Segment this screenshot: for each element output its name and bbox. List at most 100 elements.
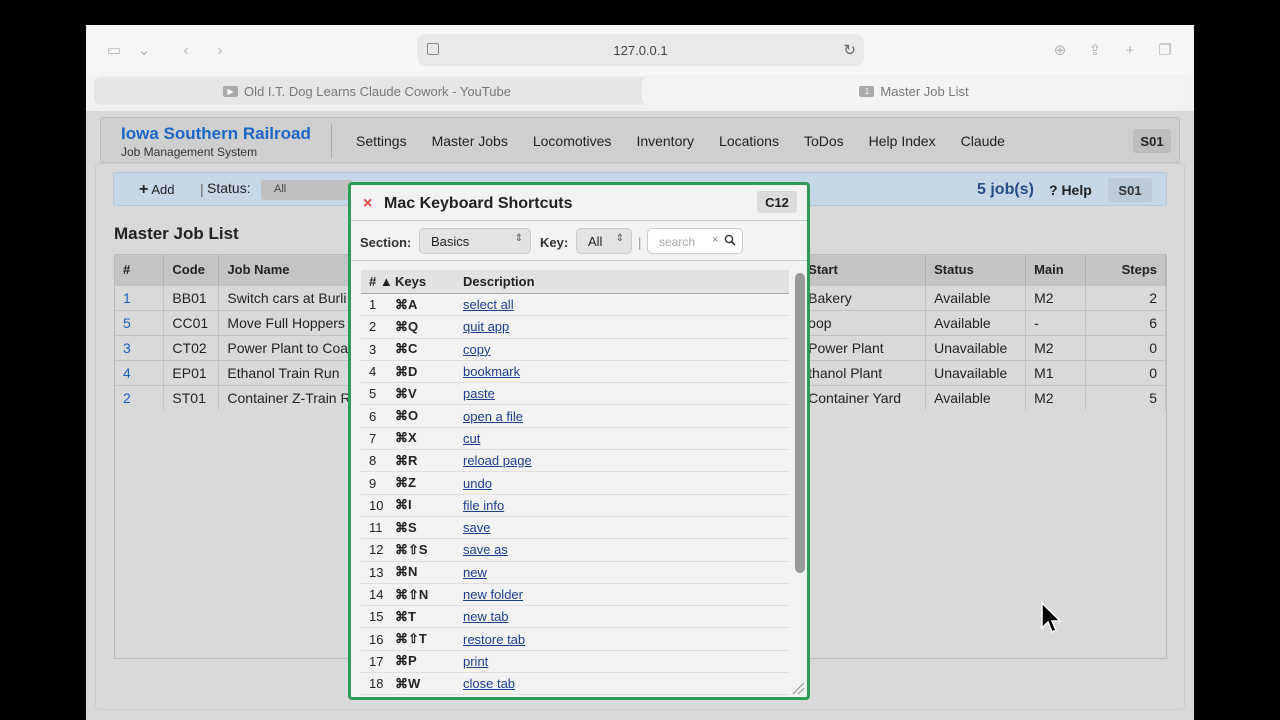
- shortcut-row[interactable]: 13 ⌘N new: [361, 562, 789, 584]
- nav-locations[interactable]: Locations: [719, 133, 779, 149]
- shortcut-row[interactable]: 16 ⌘⇧T restore tab: [361, 628, 789, 651]
- chevron-down-icon[interactable]: ⌄: [130, 38, 158, 62]
- shortcut-row[interactable]: 10 ⌘I file info: [361, 495, 789, 517]
- close-icon[interactable]: ×: [363, 195, 372, 213]
- shortcut-row[interactable]: 14 ⌘⇧N new folder: [361, 584, 789, 607]
- shortcut-keys: ⌘R: [395, 452, 418, 468]
- section-select[interactable]: Basics ⇕: [419, 228, 531, 254]
- shortcut-link[interactable]: print: [463, 654, 488, 669]
- shortcut-link[interactable]: copy: [463, 342, 490, 357]
- add-button[interactable]: + Add: [139, 181, 174, 199]
- shortcut-row[interactable]: 1 ⌘A select all: [361, 294, 789, 317]
- job-count: 5 job(s): [977, 181, 1034, 198]
- job-number[interactable]: 3: [115, 334, 165, 360]
- search-icon[interactable]: [724, 234, 736, 246]
- list-header: # ▲ Keys Description: [361, 270, 789, 294]
- shortcut-row[interactable]: 12 ⌘⇧S save as: [361, 539, 789, 562]
- shortcut-link[interactable]: undo: [463, 476, 492, 491]
- divider: [331, 124, 332, 158]
- shortcut-row[interactable]: 6 ⌘O open a file: [361, 405, 789, 428]
- nav-help-index[interactable]: Help Index: [869, 133, 936, 149]
- new-tab-icon[interactable]: +: [1116, 38, 1144, 62]
- col-header[interactable]: Code: [163, 255, 220, 285]
- job-number[interactable]: 2: [115, 384, 165, 410]
- back-icon[interactable]: ‹: [172, 38, 200, 62]
- job-start: thanol Plant: [799, 359, 927, 385]
- shortcut-row[interactable]: 17 ⌘P print: [361, 651, 789, 674]
- col-header-keys[interactable]: Keys: [395, 274, 463, 289]
- shortcut-link[interactable]: cut: [463, 431, 480, 446]
- shortcut-row[interactable]: 7 ⌘X cut: [361, 428, 789, 451]
- shortcut-description: bookmark: [463, 364, 789, 379]
- col-header-number[interactable]: # ▲: [361, 274, 395, 289]
- shortcut-keys: ⌘V: [395, 385, 417, 401]
- tab-master-job-list[interactable]: 1 Master Job List: [642, 77, 1186, 105]
- shortcut-link[interactable]: new tab: [463, 609, 509, 624]
- job-number[interactable]: 4: [115, 359, 165, 385]
- col-header[interactable]: Steps: [1085, 255, 1166, 285]
- col-header[interactable]: Start: [799, 255, 927, 285]
- address-bar[interactable]: 127.0.0.1 ↻: [417, 34, 864, 66]
- shortcut-number: 2: [369, 319, 377, 335]
- job-status: Available: [925, 384, 1027, 410]
- brand[interactable]: Iowa Southern Railroad Job Management Sy…: [121, 124, 321, 159]
- shortcut-link[interactable]: reload page: [463, 453, 532, 468]
- shortcut-row[interactable]: 9 ⌘Z undo: [361, 472, 789, 495]
- forward-icon[interactable]: ›: [206, 38, 234, 62]
- reload-icon[interactable]: ↻: [843, 41, 856, 59]
- sidebar-icon[interactable]: ▭: [100, 38, 128, 62]
- nav-settings[interactable]: Settings: [356, 133, 407, 149]
- nav-master-jobs[interactable]: Master Jobs: [432, 133, 508, 149]
- shortcut-number: 17: [369, 653, 384, 669]
- youtube-icon: ▶: [223, 85, 239, 97]
- scrollbar[interactable]: [795, 273, 805, 573]
- shortcut-link[interactable]: bookmark: [463, 364, 520, 379]
- shortcut-link[interactable]: new folder: [463, 587, 523, 602]
- shortcut-link[interactable]: paste: [463, 386, 495, 401]
- shortcut-row[interactable]: 2 ⌘Q quit app: [361, 316, 789, 339]
- status-select[interactable]: All: [261, 180, 353, 200]
- shortcut-row[interactable]: 18 ⌘W close tab: [361, 673, 789, 696]
- shortcut-link[interactable]: new: [463, 565, 487, 580]
- shortcut-link[interactable]: open a file: [463, 409, 523, 424]
- tab-youtube[interactable]: ▶ Old I.T. Dog Learns Claude Cowork - Yo…: [94, 77, 640, 105]
- clear-icon[interactable]: ×: [712, 234, 718, 246]
- shortcut-row[interactable]: 4 ⌘D bookmark: [361, 361, 789, 384]
- shortcut-link[interactable]: file info: [463, 498, 504, 513]
- modal-title: Mac Keyboard Shortcuts: [384, 195, 573, 212]
- help-button[interactable]: ? Help: [1049, 182, 1092, 198]
- nav-inventory[interactable]: Inventory: [636, 133, 694, 149]
- shortcut-link[interactable]: restore tab: [463, 632, 525, 647]
- job-number[interactable]: 1: [115, 284, 165, 310]
- shortcut-link[interactable]: save: [463, 520, 490, 535]
- shortcut-row[interactable]: 8 ⌘R reload page: [361, 450, 789, 473]
- shortcut-link[interactable]: quit app: [463, 319, 509, 334]
- nav-claude[interactable]: Claude: [961, 133, 1005, 149]
- share-icon[interactable]: ⇪: [1081, 38, 1109, 62]
- status-label: Status:: [207, 180, 251, 196]
- job-number[interactable]: 5: [115, 309, 165, 335]
- shortcut-keys: ⌘N: [395, 564, 418, 580]
- site-info-icon[interactable]: [427, 43, 439, 55]
- brand-title: Iowa Southern Railroad: [121, 124, 311, 143]
- download-icon[interactable]: ⊕: [1046, 38, 1074, 62]
- shortcut-row[interactable]: 11 ⌘S save: [361, 517, 789, 540]
- shortcut-link[interactable]: close tab: [463, 676, 515, 691]
- page-title: Master Job List: [114, 224, 239, 243]
- col-header[interactable]: #: [115, 255, 165, 285]
- nav-todos[interactable]: ToDos: [804, 133, 844, 149]
- key-select[interactable]: All ⇕: [576, 228, 632, 254]
- resize-grip-icon[interactable]: [791, 681, 805, 695]
- shortcut-link[interactable]: save as: [463, 542, 508, 557]
- job-status: Available: [925, 309, 1027, 335]
- col-header[interactable]: Main: [1025, 255, 1087, 285]
- tab-overview-icon[interactable]: ❐: [1151, 38, 1179, 62]
- col-header[interactable]: Status: [925, 255, 1027, 285]
- search-input[interactable]: search ×: [647, 228, 743, 254]
- shortcut-row[interactable]: 15 ⌘T new tab: [361, 606, 789, 629]
- shortcut-row[interactable]: 5 ⌘V paste: [361, 383, 789, 406]
- shortcut-row[interactable]: 3 ⌘C copy: [361, 339, 789, 361]
- nav-locomotives[interactable]: Locomotives: [533, 133, 612, 149]
- shortcut-link[interactable]: select all: [463, 297, 514, 312]
- col-header-description[interactable]: Description: [463, 274, 789, 289]
